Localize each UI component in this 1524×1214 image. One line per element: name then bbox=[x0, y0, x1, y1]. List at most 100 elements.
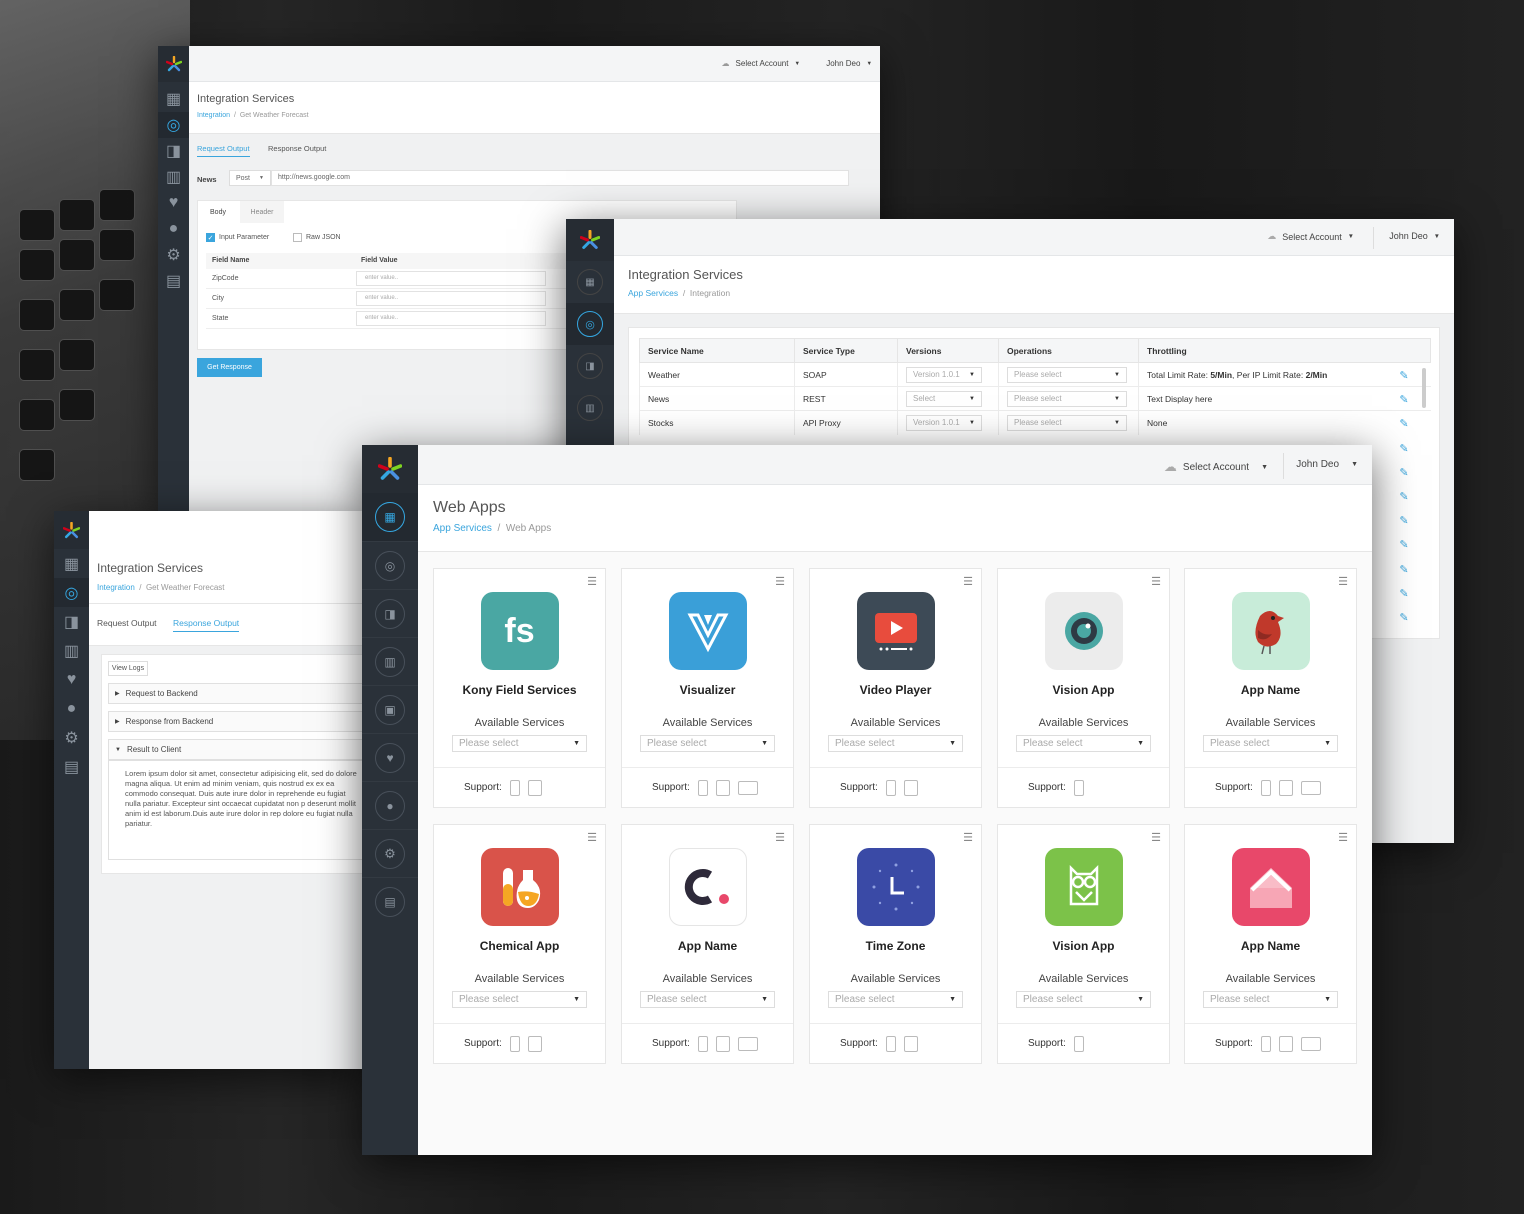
app-card[interactable]: ☰ App Name Available Services Please select… bbox=[1184, 568, 1357, 808]
response-from-backend-section[interactable]: ▶ Response from Backend bbox=[108, 711, 363, 732]
available-services-select[interactable]: Please select ▼ bbox=[452, 735, 587, 752]
scrollbar[interactable] bbox=[1422, 368, 1426, 408]
raw-json-checkbox[interactable]: Raw JSON bbox=[293, 233, 341, 242]
wrench-icon[interactable]: ✎ bbox=[1389, 388, 1419, 412]
url-input[interactable]: http://news.google.com bbox=[271, 170, 849, 186]
objects-icon[interactable]: ◨ bbox=[54, 607, 89, 636]
wrench-icon[interactable]: ✎ bbox=[1389, 485, 1419, 509]
integration-icon[interactable]: ◎ bbox=[54, 578, 89, 607]
heart-icon[interactable]: ♥ bbox=[362, 733, 418, 781]
objects-icon[interactable]: ◨ bbox=[566, 345, 614, 387]
objects-icon[interactable]: ◨ bbox=[158, 138, 189, 164]
subtab-body[interactable]: Body bbox=[198, 201, 238, 223]
operations-select[interactable]: Please select ▼ bbox=[1007, 414, 1127, 431]
get-response-button[interactable]: Get Response bbox=[197, 358, 262, 377]
select-account-dropdown[interactable]: ☁ Select Account ▼ bbox=[1267, 231, 1354, 242]
tab-request-output[interactable]: Request Output bbox=[97, 618, 157, 628]
integration-icon[interactable]: ◎ bbox=[362, 541, 418, 589]
menu-icon[interactable]: ☰ bbox=[1151, 575, 1161, 588]
heart-icon[interactable]: ♥ bbox=[54, 665, 89, 694]
briefcase-icon[interactable]: ▣ bbox=[362, 685, 418, 733]
app-card[interactable]: ☰ Chemical App Available Services Please se… bbox=[433, 824, 606, 1064]
available-services-select[interactable]: Please select ▼ bbox=[640, 991, 775, 1008]
menu-icon[interactable]: ☰ bbox=[587, 575, 597, 588]
request-to-backend-section[interactable]: ▶ Request to Backend bbox=[108, 683, 363, 704]
gear-icon[interactable]: ⚙ bbox=[158, 242, 189, 268]
input-parameter-checkbox[interactable]: ✓ Input Parameter bbox=[206, 233, 269, 242]
menu-icon[interactable]: ☰ bbox=[1338, 575, 1348, 588]
heart-icon[interactable]: ♥ bbox=[158, 190, 189, 216]
tab-response-output[interactable]: Response Output bbox=[173, 618, 240, 632]
available-services-select[interactable]: Please select ▼ bbox=[1203, 991, 1338, 1008]
state-input[interactable]: enter value.. bbox=[356, 311, 546, 326]
method-select[interactable]: Post ▼ bbox=[229, 170, 271, 186]
select-account-dropdown[interactable]: ☁ Select Account ▼ bbox=[1164, 459, 1268, 475]
menu-icon[interactable]: ☰ bbox=[1151, 831, 1161, 844]
workflow-icon[interactable]: ▥ bbox=[54, 636, 89, 665]
menu-icon[interactable]: ☰ bbox=[963, 575, 973, 588]
dashboard-icon[interactable]: ▦ bbox=[566, 261, 614, 303]
wrench-icon[interactable]: ✎ bbox=[1389, 437, 1419, 461]
user-icon[interactable]: ● bbox=[158, 216, 189, 242]
select-account-dropdown[interactable]: ☁ Select Account ▼ bbox=[722, 59, 800, 68]
document-icon[interactable]: ▤ bbox=[54, 752, 89, 781]
version-select[interactable]: Version 1.0.1 ▼ bbox=[906, 366, 982, 383]
menu-icon[interactable]: ☰ bbox=[1338, 831, 1348, 844]
integration-icon[interactable]: ◎ bbox=[566, 303, 614, 345]
workflow-icon[interactable]: ▥ bbox=[566, 387, 614, 429]
dashboard-icon[interactable]: ▦ bbox=[158, 86, 189, 112]
objects-icon[interactable]: ◨ bbox=[362, 589, 418, 637]
operations-select[interactable]: Please select ▼ bbox=[1007, 390, 1127, 407]
document-icon[interactable]: ▤ bbox=[158, 268, 189, 294]
result-to-client-section[interactable]: ▼ Result to Client bbox=[108, 739, 363, 760]
app-card[interactable]: ☰ Time Zone Available Services Please selec… bbox=[809, 824, 982, 1064]
user-icon[interactable]: ● bbox=[54, 694, 89, 723]
app-card[interactable]: ☰ Visualizer Available Services Please sele… bbox=[621, 568, 794, 808]
app-card[interactable]: ☰ Video Player Available Services Please se… bbox=[809, 568, 982, 808]
available-services-select[interactable]: Please select ▼ bbox=[828, 735, 963, 752]
tab-response-output[interactable]: Response Output bbox=[268, 144, 326, 153]
integration-icon[interactable]: ◎ bbox=[158, 112, 189, 138]
wrench-icon[interactable]: ✎ bbox=[1389, 533, 1419, 557]
available-services-select[interactable]: Please select ▼ bbox=[452, 991, 587, 1008]
app-card[interactable]: ☰ Vision App Available Services Please sele… bbox=[997, 568, 1170, 808]
dashboard-icon[interactable]: ▦ bbox=[54, 549, 89, 578]
app-card[interactable]: ☰ fs Kony Field Services Available Services… bbox=[433, 568, 606, 808]
subtab-header[interactable]: Header bbox=[240, 201, 284, 223]
menu-icon[interactable]: ☰ bbox=[587, 831, 597, 844]
wrench-icon[interactable]: ✎ bbox=[1389, 582, 1419, 606]
wrench-icon[interactable]: ✎ bbox=[1389, 461, 1419, 485]
menu-icon[interactable]: ☰ bbox=[775, 831, 785, 844]
user-dropdown[interactable]: John Deo ▼ bbox=[1296, 459, 1358, 470]
wrench-icon[interactable]: ✎ bbox=[1389, 412, 1419, 436]
view-logs-button[interactable]: View Logs bbox=[108, 661, 148, 676]
zipcode-input[interactable]: enter value.. bbox=[356, 271, 546, 286]
dashboard-icon[interactable]: ▦ bbox=[362, 493, 418, 541]
wrench-icon[interactable]: ✎ bbox=[1389, 558, 1419, 582]
available-services-select[interactable]: Please select ▼ bbox=[1203, 735, 1338, 752]
tab-request-output[interactable]: Request Output bbox=[197, 144, 250, 157]
menu-icon[interactable]: ☰ bbox=[963, 831, 973, 844]
city-input[interactable]: enter value.. bbox=[356, 291, 546, 306]
available-services-select[interactable]: Please select ▼ bbox=[1016, 735, 1151, 752]
gear-icon[interactable]: ⚙ bbox=[54, 723, 89, 752]
app-card[interactable]: ☰ Vision App Available Services Please sele… bbox=[997, 824, 1170, 1064]
available-services-select[interactable]: Please select ▼ bbox=[640, 735, 775, 752]
app-card[interactable]: ☰ App Name Available Services Please select… bbox=[621, 824, 794, 1064]
version-select[interactable]: Select ▼ bbox=[906, 390, 982, 407]
wrench-icon[interactable]: ✎ bbox=[1389, 509, 1419, 533]
gear-icon[interactable]: ⚙ bbox=[362, 829, 418, 877]
wrench-icon[interactable]: ✎ bbox=[1389, 364, 1419, 388]
wrench-icon[interactable]: ✎ bbox=[1389, 606, 1419, 630]
document-icon[interactable]: ▤ bbox=[362, 877, 418, 925]
available-services-select[interactable]: Please select ▼ bbox=[828, 991, 963, 1008]
operations-select[interactable]: Please select ▼ bbox=[1007, 366, 1127, 383]
available-services-select[interactable]: Please select ▼ bbox=[1016, 991, 1151, 1008]
app-card[interactable]: ☰ App Name Available Services Please select… bbox=[1184, 824, 1357, 1064]
menu-icon[interactable]: ☰ bbox=[775, 575, 785, 588]
workflow-icon[interactable]: ▥ bbox=[158, 164, 189, 190]
workflow-icon[interactable]: ▥ bbox=[362, 637, 418, 685]
version-select[interactable]: Version 1.0.1 ▼ bbox=[906, 414, 982, 431]
user-icon[interactable]: ● bbox=[362, 781, 418, 829]
user-dropdown[interactable]: John Deo ▼ bbox=[1389, 231, 1440, 241]
